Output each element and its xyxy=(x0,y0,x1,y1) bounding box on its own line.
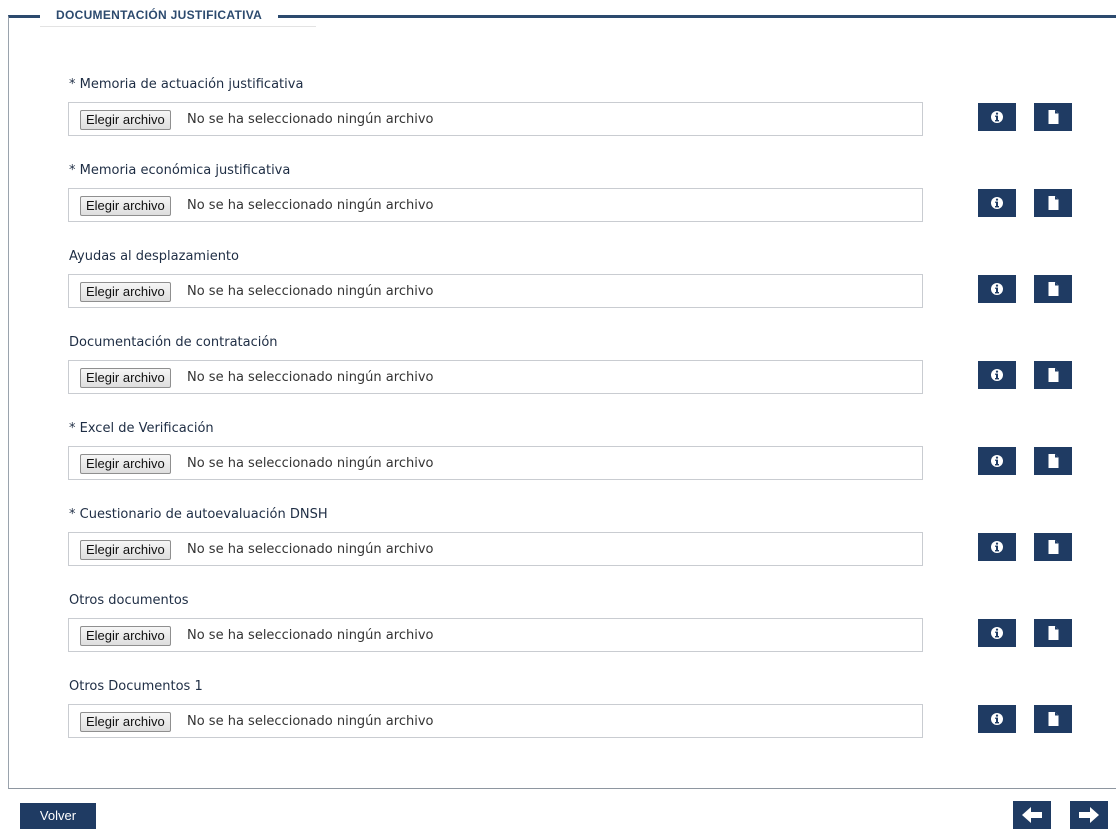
next-button[interactable] xyxy=(1070,801,1108,829)
info-button[interactable] xyxy=(978,103,1016,131)
file-input[interactable]: Elegir archivo No se ha seleccionado ning… xyxy=(68,618,923,652)
document-icon xyxy=(1048,196,1059,210)
info-icon xyxy=(991,541,1003,553)
document-button[interactable] xyxy=(1034,103,1072,131)
choose-file-button[interactable]: Elegir archivo xyxy=(80,368,171,388)
file-upload-label: Otros documentos xyxy=(69,593,189,608)
file-status-text: No se ha seleccionado ningún archivo xyxy=(187,370,434,385)
file-input[interactable]: Elegir archivo No se ha seleccionado ning… xyxy=(68,446,923,480)
file-upload-label: Ayudas al desplazamiento xyxy=(69,249,239,264)
info-button[interactable] xyxy=(978,361,1016,389)
document-button[interactable] xyxy=(1034,447,1072,475)
choose-file-button[interactable]: Elegir archivo xyxy=(80,712,171,732)
file-upload-label: * Cuestionario de autoevaluación DNSH xyxy=(69,507,328,522)
file-upload-label: * Excel de Verificación xyxy=(69,421,214,436)
document-icon xyxy=(1048,282,1059,296)
info-button[interactable] xyxy=(978,275,1016,303)
document-button[interactable] xyxy=(1034,189,1072,217)
choose-file-button[interactable]: Elegir archivo xyxy=(80,196,171,216)
document-button[interactable] xyxy=(1034,619,1072,647)
back-button[interactable]: Volver xyxy=(20,803,96,829)
file-status-text: No se ha seleccionado ningún archivo xyxy=(187,456,434,471)
info-icon xyxy=(991,455,1003,467)
info-button[interactable] xyxy=(978,533,1016,561)
choose-file-button[interactable]: Elegir archivo xyxy=(80,626,171,646)
info-icon xyxy=(991,369,1003,381)
file-status-text: No se ha seleccionado ningún archivo xyxy=(187,628,434,643)
file-input[interactable]: Elegir archivo No se ha seleccionado ning… xyxy=(68,532,923,566)
info-icon xyxy=(991,283,1003,295)
info-icon xyxy=(991,197,1003,209)
file-input[interactable]: Elegir archivo No se ha seleccionado ning… xyxy=(68,188,923,222)
document-icon xyxy=(1048,454,1059,468)
document-icon xyxy=(1048,626,1059,640)
document-button[interactable] xyxy=(1034,705,1072,733)
document-icon xyxy=(1048,712,1059,726)
file-upload-label: * Memoria de actuación justificativa xyxy=(69,77,304,92)
choose-file-button[interactable]: Elegir archivo xyxy=(80,540,171,560)
file-status-text: No se ha seleccionado ningún archivo xyxy=(187,284,434,299)
previous-button[interactable] xyxy=(1013,801,1051,829)
section-title-underline xyxy=(40,26,316,27)
file-status-text: No se ha seleccionado ningún archivo xyxy=(187,198,434,213)
file-input[interactable]: Elegir archivo No se ha seleccionado ning… xyxy=(68,102,923,136)
file-status-text: No se ha seleccionado ningún archivo xyxy=(187,542,434,557)
info-button[interactable] xyxy=(978,447,1016,475)
document-button[interactable] xyxy=(1034,361,1072,389)
file-status-text: No se ha seleccionado ningún archivo xyxy=(187,714,434,729)
choose-file-button[interactable]: Elegir archivo xyxy=(80,282,171,302)
info-button[interactable] xyxy=(978,189,1016,217)
document-icon xyxy=(1048,540,1059,554)
arrow-left-icon xyxy=(1022,807,1042,823)
file-upload-label: * Memoria económica justificativa xyxy=(69,163,291,178)
section-title: DOCUMENTACIÓN JUSTIFICATIVA xyxy=(40,4,279,28)
file-status-text: No se ha seleccionado ningún archivo xyxy=(187,112,434,127)
file-input[interactable]: Elegir archivo No se ha seleccionado ning… xyxy=(68,704,923,738)
document-button[interactable] xyxy=(1034,533,1072,561)
document-icon xyxy=(1048,368,1059,382)
choose-file-button[interactable]: Elegir archivo xyxy=(80,454,171,474)
info-icon xyxy=(991,713,1003,725)
document-icon xyxy=(1048,110,1059,124)
file-input[interactable]: Elegir archivo No se ha seleccionado ning… xyxy=(68,274,923,308)
file-upload-label: Documentación de contratación xyxy=(69,335,278,350)
arrow-right-icon xyxy=(1079,807,1099,823)
info-icon xyxy=(991,111,1003,123)
info-button[interactable] xyxy=(978,619,1016,647)
choose-file-button[interactable]: Elegir archivo xyxy=(80,110,171,130)
file-upload-label: Otros Documentos 1 xyxy=(69,679,203,694)
document-button[interactable] xyxy=(1034,275,1072,303)
info-button[interactable] xyxy=(978,705,1016,733)
info-icon xyxy=(991,627,1003,639)
file-input[interactable]: Elegir archivo No se ha seleccionado ning… xyxy=(68,360,923,394)
